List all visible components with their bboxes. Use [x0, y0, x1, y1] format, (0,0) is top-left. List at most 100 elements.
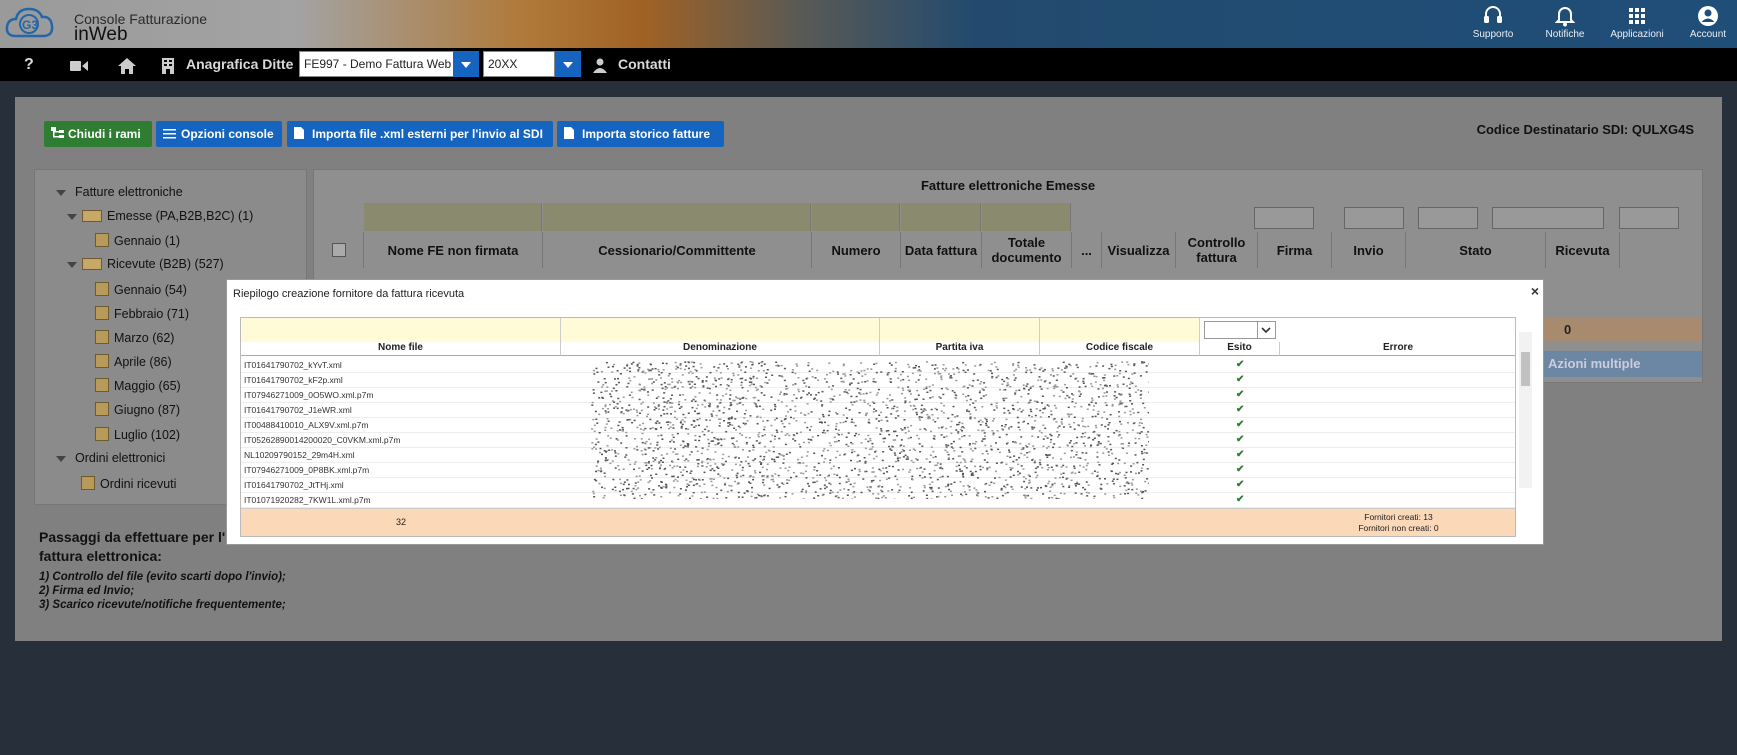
chiudi-rami-button[interactable]: Chiudi i rami [44, 121, 152, 147]
filter-ricevuta-select[interactable] [1619, 207, 1679, 229]
tree-ordini-ricevuti-label: Ordini ricevuti [100, 477, 177, 491]
ricevuta-count: 0 [1564, 322, 1572, 337]
year-select[interactable]: 20XX [483, 51, 555, 77]
tree-ricevute-febbraio[interactable]: Febbraio (71) [95, 306, 189, 321]
help-button[interactable]: ? [24, 48, 34, 81]
notifiche-button[interactable]: Notifiche [1533, 2, 1597, 46]
filter-cessionario[interactable] [543, 203, 811, 231]
importa-storico-button[interactable]: Importa storico fatture [557, 121, 724, 147]
expand-arrow-icon[interactable] [56, 190, 66, 196]
col-firma[interactable]: Firma [1258, 232, 1332, 268]
col-stato[interactable]: Stato [1406, 232, 1546, 268]
col-errore[interactable]: Errore [1280, 342, 1515, 356]
col-ricevuta[interactable]: Ricevuta [1546, 232, 1620, 268]
col-totale-documento[interactable]: Totale documento [982, 232, 1072, 268]
footer-non-creati: Fornitori non creati: 0 [1358, 523, 1439, 533]
tree-emesse-gennaio[interactable]: Gennaio (1) [95, 233, 180, 248]
tree-ricevute-luglio[interactable]: Luglio (102) [95, 427, 180, 442]
brand-subtitle: inWeb [74, 24, 128, 45]
filter-firma-select[interactable] [1344, 207, 1404, 229]
tree-month-label: Giugno (87) [114, 403, 181, 417]
check-icon: ✔ [1236, 389, 1245, 400]
tree-ricevute-gennaio[interactable]: Gennaio (54) [95, 282, 187, 297]
close-icon[interactable]: × [1531, 283, 1539, 299]
select-all-checkbox[interactable] [314, 232, 364, 268]
folder-open-icon [82, 258, 102, 270]
scrollbar-thumb[interactable] [1521, 352, 1530, 386]
filter-denominazione[interactable] [561, 318, 880, 342]
home-button[interactable] [118, 48, 136, 81]
tree-ordini-elettronici[interactable]: Ordini elettronici [75, 451, 165, 465]
supporto-label: Supporto [1472, 29, 1514, 40]
opzioni-console-button[interactable]: Opzioni console [156, 121, 282, 147]
company-select-chevron-icon[interactable] [453, 51, 479, 77]
col-nome-file[interactable]: Nome file [241, 342, 561, 356]
video-button[interactable] [70, 48, 88, 81]
folder-icon [95, 282, 109, 296]
filter-invio-select[interactable] [1418, 207, 1478, 229]
account-button[interactable]: Account [1676, 2, 1737, 46]
filter-nome-file[interactable] [241, 318, 561, 342]
tree-emesse[interactable]: Emesse (PA,B2B,B2C) (1) [82, 209, 253, 223]
expand-arrow-icon[interactable] [67, 262, 77, 268]
importa-xml-button[interactable]: Importa file .xml esterni per l'invio al… [287, 121, 553, 147]
modal-scrollbar[interactable] [1519, 332, 1532, 488]
importa-storico-label: Importa storico fatture [582, 127, 711, 141]
expand-arrow-icon[interactable] [67, 214, 77, 220]
filter-codice-fiscale[interactable] [1040, 318, 1200, 342]
col-denominazione[interactable]: Denominazione [561, 342, 880, 356]
col-visualizza[interactable]: Visualizza [1102, 232, 1176, 268]
footer-creati: Fornitori creati: 13 [1364, 512, 1433, 522]
col-nome-fe[interactable]: Nome FE non firmata [364, 232, 543, 268]
step-2: 2) Firma ed Invio; [39, 585, 135, 597]
tree-ricevute-giugno[interactable]: Giugno (87) [95, 402, 180, 417]
esito-filter-select[interactable] [1204, 321, 1276, 339]
col-cessionario[interactable]: Cessionario/Committente [543, 232, 812, 268]
tree-month-label: Maggio (65) [114, 379, 181, 393]
filter-controllo-select[interactable] [1254, 207, 1314, 229]
bell-icon [1555, 7, 1575, 27]
col-data-fattura[interactable]: Data fattura [901, 232, 982, 268]
company-select[interactable]: FE997 - Demo Fattura Web [299, 51, 479, 77]
check-icon: ✔ [1236, 404, 1245, 415]
tree-fatture-elettroniche[interactable]: Fatture elettroniche [75, 185, 183, 199]
logo-icon: G3 [5, 7, 54, 38]
tree-ricevute[interactable]: Ricevute (B2B) (527) [82, 257, 224, 271]
step-1: 1) Controllo del file (evito scarti dopo… [39, 571, 286, 583]
applicazioni-button[interactable]: Applicazioni [1605, 2, 1669, 46]
col-codice-fiscale[interactable]: Codice fiscale [1040, 342, 1200, 356]
tree-month-label: Luglio (102) [114, 428, 181, 442]
tree-emesse-gennaio-label: Gennaio (1) [114, 234, 181, 248]
filter-numero[interactable] [812, 203, 900, 231]
filter-stato-select[interactable] [1492, 207, 1604, 229]
col-esito[interactable]: Esito [1200, 342, 1280, 356]
col-controllo-fattura[interactable]: Controllo fattura [1176, 232, 1258, 268]
azioni-multiple-button[interactable]: Azioni multiple [1536, 351, 1702, 377]
col-invio[interactable]: Invio [1332, 232, 1406, 268]
tree-ricevute-aprile[interactable]: Aprile (86) [95, 354, 172, 369]
tree-ricevute-maggio[interactable]: Maggio (65) [95, 378, 181, 393]
contatti-link[interactable]: Contatti [618, 48, 671, 81]
col-numero[interactable]: Numero [812, 232, 901, 268]
modal-footer-row: 32 Fornitori creati: 13 Fornitori non cr… [241, 508, 1515, 536]
supporto-button[interactable]: Supporto [1461, 2, 1525, 46]
filter-nome-fe[interactable] [364, 203, 542, 231]
filter-data[interactable] [901, 203, 981, 231]
filter-partita-iva[interactable] [880, 318, 1040, 342]
anagrafica-ditte-link[interactable]: Anagrafica Ditte [186, 48, 293, 81]
row-nome-file: IT07946271009_0O5WO.xml.p7m [244, 390, 374, 400]
col-partita-iva[interactable]: Partita iva [880, 342, 1040, 356]
row-nome-file: IT01641790702_JtTHj.xml [244, 480, 344, 490]
codice-destinatario-sdi: Codice Destinatario SDI: QULXG4S [1476, 122, 1694, 137]
tree-ricevute-marzo[interactable]: Marzo (62) [95, 330, 174, 345]
year-select-chevron-icon[interactable] [555, 51, 581, 77]
footer-count: 32 [395, 517, 406, 527]
filter-totale[interactable] [982, 203, 1071, 231]
file-icon [564, 127, 574, 139]
col-more[interactable]: ... [1072, 232, 1102, 268]
expand-arrow-icon[interactable] [56, 456, 66, 462]
user-icon [593, 48, 607, 81]
row-nome-file: IT01641790702_kYvT.xml [244, 360, 342, 370]
azioni-multiple-label: Azioni multiple [1548, 356, 1641, 371]
tree-ordini-ricevuti[interactable]: Ordini ricevuti [81, 476, 176, 491]
